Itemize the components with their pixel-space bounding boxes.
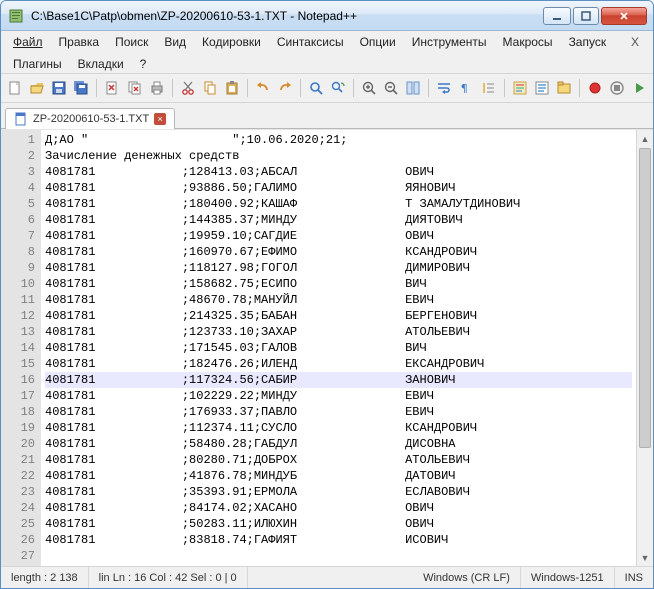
folder-tree-icon[interactable] xyxy=(554,77,574,99)
menu-plugins[interactable]: Плагины xyxy=(5,55,70,73)
menu-search[interactable]: Поиск xyxy=(107,33,156,51)
app-window: C:\Base1C\Patp\obmen\ZP-20200610-53-1.TX… xyxy=(0,0,654,589)
code-line[interactable]: 4081781 ;214325.35;БАБАН БЕРГЕНОВИЧ xyxy=(45,308,632,324)
code-line[interactable]: 4081781 ;180400.92;КАШАФ Т ЗАМАЛУТДИНОВИ… xyxy=(45,196,632,212)
file-tab[interactable]: ZP-20200610-53-1.TXT × xyxy=(5,108,175,129)
toolbar: ¶ xyxy=(1,74,653,103)
menu-run[interactable]: Запуск xyxy=(561,33,615,51)
tab-close-icon[interactable]: × xyxy=(154,113,166,125)
code-line[interactable]: 4081781 ;41876.78;МИНДУБ ДАТОВИЧ xyxy=(45,468,632,484)
line-number-gutter: 1234567891011121314151617181920212223242… xyxy=(1,130,41,566)
app-icon xyxy=(9,8,25,24)
save-all-icon[interactable] xyxy=(71,77,91,99)
code-line[interactable]: 4081781 ;176933.37;ПАВЛО ЕВИЧ xyxy=(45,404,632,420)
code-line[interactable]: 4081781 ;84174.02;ХАСАНО ОВИЧ xyxy=(45,500,632,516)
menu-view[interactable]: Вид xyxy=(156,33,194,51)
status-eol[interactable]: Windows (CR LF) xyxy=(413,567,521,588)
menu-file[interactable]: Файл xyxy=(5,33,51,51)
menu-encoding[interactable]: Кодировки xyxy=(194,33,269,51)
scroll-down-icon[interactable]: ▼ xyxy=(637,549,653,566)
code-line[interactable]: 4081781 ;50283.11;ИЛЮХИН ОВИЧ xyxy=(45,516,632,532)
status-mode[interactable]: INS xyxy=(615,567,653,588)
code-line[interactable]: 4081781 ;123733.10;ЗАХАР АТОЛЬЕВИЧ xyxy=(45,324,632,340)
menu-edit[interactable]: Правка xyxy=(51,33,108,51)
find-icon[interactable] xyxy=(306,77,326,99)
menu-close-x[interactable]: X xyxy=(621,33,649,51)
close-all-icon[interactable] xyxy=(124,77,144,99)
redo-icon[interactable] xyxy=(275,77,295,99)
show-all-chars-icon[interactable]: ¶ xyxy=(456,77,476,99)
titlebar[interactable]: C:\Base1C\Patp\obmen\ZP-20200610-53-1.TX… xyxy=(1,1,653,31)
code-line[interactable]: 4081781 ;35393.91;ЕРМОЛА ЕСЛАВОВИЧ xyxy=(45,484,632,500)
zoom-out-icon[interactable] xyxy=(381,77,401,99)
tab-label: ZP-20200610-53-1.TXT xyxy=(33,113,149,125)
play-macro-icon[interactable] xyxy=(629,77,649,99)
undo-icon[interactable] xyxy=(253,77,273,99)
replace-icon[interactable] xyxy=(328,77,348,99)
code-line[interactable]: 4081781 ;171545.03;ГАЛОВ ВИЧ xyxy=(45,340,632,356)
window-title: C:\Base1C\Patp\obmen\ZP-20200610-53-1.TX… xyxy=(31,9,543,23)
code-line[interactable]: 4081781 ;160970.67;ЕФИМО КСАНДРОВИЧ xyxy=(45,244,632,260)
open-file-icon[interactable] xyxy=(27,77,47,99)
code-line[interactable]: 4081781 ;58480.28;ГАБДУЛ ДИСОВНА xyxy=(45,436,632,452)
paste-icon[interactable] xyxy=(222,77,242,99)
close-file-icon[interactable] xyxy=(102,77,122,99)
menu-bar: Файл Правка Поиск Вид Кодировки Синтакси… xyxy=(1,31,653,74)
wordwrap-icon[interactable] xyxy=(434,77,454,99)
save-icon[interactable] xyxy=(49,77,69,99)
status-bar: length : 2 138 lin Ln : 16 Col : 42 Sel … xyxy=(1,566,653,588)
close-button[interactable] xyxy=(601,7,647,25)
code-line[interactable]: Д;АО " ";10.06.2020;21; xyxy=(45,132,632,148)
scroll-up-icon[interactable]: ▲ xyxy=(637,130,653,147)
code-line[interactable]: 4081781 ;158682.75;ЕСИПО ВИЧ xyxy=(45,276,632,292)
tab-bar: ZP-20200610-53-1.TXT × xyxy=(1,103,653,129)
menu-macro[interactable]: Макросы xyxy=(495,33,561,51)
menu-language[interactable]: Синтаксисы xyxy=(269,33,352,51)
code-line[interactable]: 4081781 ;112374.11;СУСЛО КСАНДРОВИЧ xyxy=(45,420,632,436)
status-encoding[interactable]: Windows-1251 xyxy=(521,567,615,588)
status-position: lin Ln : 16 Col : 42 Sel : 0 | 0 xyxy=(89,567,248,588)
code-line[interactable]: 4081781 ;19959.10;САГДИЕ ОВИЧ xyxy=(45,228,632,244)
code-line[interactable]: Зачисление денежных средств xyxy=(45,148,632,164)
minimize-button[interactable] xyxy=(543,7,571,25)
code-line[interactable]: 4081781 ;83818.74;ГАФИЯТ ИСОВИЧ xyxy=(45,532,632,548)
doc-map-icon[interactable] xyxy=(510,77,530,99)
copy-icon[interactable] xyxy=(200,77,220,99)
vertical-scrollbar[interactable]: ▲ ▼ xyxy=(636,130,653,566)
scrollbar-thumb[interactable] xyxy=(639,148,651,448)
code-line[interactable]: 4081781 ;80280.71;ДОБРОХ АТОЛЬЕВИЧ xyxy=(45,452,632,468)
code-line[interactable]: 4081781 ;144385.37;МИНДУ ДИЯТОВИЧ xyxy=(45,212,632,228)
code-line[interactable]: 4081781 ;48670.78;МАНУЙЛ ЕВИЧ xyxy=(45,292,632,308)
record-macro-icon[interactable] xyxy=(585,77,605,99)
menu-window[interactable]: Вкладки xyxy=(70,55,132,73)
code-line[interactable]: 4081781 ;93886.50;ГАЛИМО ЯЯНОВИЧ xyxy=(45,180,632,196)
svg-text:¶: ¶ xyxy=(461,82,468,95)
status-length: length : 2 138 xyxy=(1,567,89,588)
code-line[interactable]: 4081781 ;102229.22;МИНДУ ЕВИЧ xyxy=(45,388,632,404)
sync-v-icon[interactable] xyxy=(403,77,423,99)
menu-settings[interactable]: Опции xyxy=(352,33,404,51)
code-line[interactable]: 4081781 ;118127.98;ГОГОЛ ДИМИРОВИЧ xyxy=(45,260,632,276)
code-line[interactable] xyxy=(45,548,632,564)
maximize-button[interactable] xyxy=(573,7,599,25)
print-icon[interactable] xyxy=(147,77,167,99)
function-list-icon[interactable] xyxy=(532,77,552,99)
code-area[interactable]: Д;АО " ";10.06.2020;21;Зачисление денежн… xyxy=(41,130,636,566)
code-line[interactable]: 4081781 ;117324.56;САБИР ЗАНОВИЧ xyxy=(45,372,632,388)
menu-tools[interactable]: Инструменты xyxy=(404,33,495,51)
editor: 1234567891011121314151617181920212223242… xyxy=(1,129,653,566)
file-icon xyxy=(14,112,28,126)
zoom-in-icon[interactable] xyxy=(359,77,379,99)
cut-icon[interactable] xyxy=(178,77,198,99)
new-file-icon[interactable] xyxy=(5,77,25,99)
code-line[interactable]: 4081781 ;182476.26;ИЛЕНД ЕКСАНДРОВИЧ xyxy=(45,356,632,372)
menu-help[interactable]: ? xyxy=(132,55,155,73)
code-line[interactable]: 4081781 ;128413.03;АБСАЛ ОВИЧ xyxy=(45,164,632,180)
indent-guide-icon[interactable] xyxy=(479,77,499,99)
stop-macro-icon[interactable] xyxy=(607,77,627,99)
